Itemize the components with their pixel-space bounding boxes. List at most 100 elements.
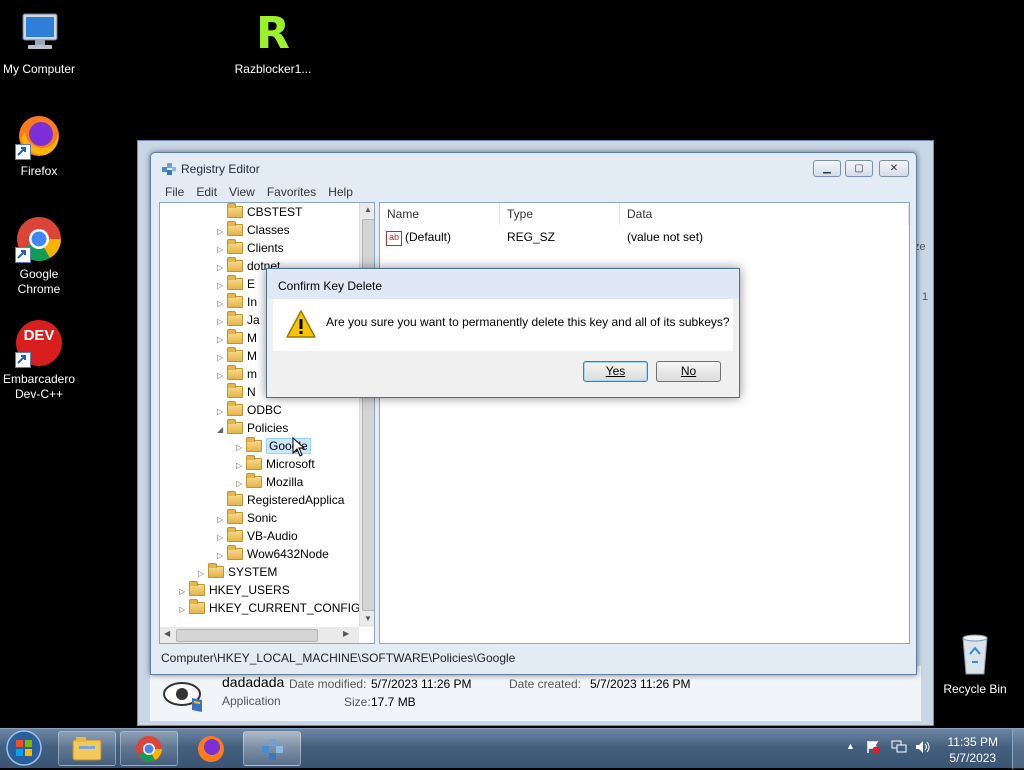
tree-vertical-scrollbar[interactable]: ▲ ▼ [359,203,374,627]
tree-item[interactable]: N [217,383,256,401]
volume-icon[interactable] [915,740,931,754]
folder-icon [246,455,262,470]
menu-view[interactable]: View [223,183,261,201]
show-hidden-icons-button[interactable]: ▲ [846,741,855,751]
taskbar-chrome-button[interactable] [120,731,178,766]
regedit-icon [161,161,177,177]
value-name: (Default) [405,230,452,244]
action-center-icon[interactable] [866,740,880,754]
warning-icon [285,309,317,342]
size-value: 17.7 MB [371,695,416,709]
menu-file[interactable]: File [159,183,190,201]
desktop-icon-recycle-bin[interactable]: Recycle Bin [936,630,1014,697]
menu-favorites[interactable]: Favorites [261,183,322,201]
title-bar[interactable]: Registry Editor ▁ ▢ ✕ [151,153,916,183]
maximize-button[interactable]: ▢ [845,160,873,177]
folder-icon [227,239,243,254]
date-created-label: Date created: [509,677,582,691]
system-clock[interactable]: 11:35 PM 5/7/2023 [948,734,998,766]
desktop-icon-label: Firefox [20,164,58,178]
folder-icon [227,545,243,560]
folder-icon [227,401,243,416]
file-name: dadadada [222,674,285,690]
dialog-title-bar[interactable]: Confirm Key Delete [267,269,739,299]
column-header-name[interactable]: Name [380,203,500,225]
taskbar-explorer-button[interactable] [58,731,116,766]
tree-item[interactable]: ▷ Classes [217,221,290,239]
value-row[interactable]: ab (Default) REG_SZ (value not set) [386,228,896,246]
shortcut-arrow-icon [15,144,31,160]
tree-item[interactable]: ▷ In [217,293,257,311]
close-button[interactable]: ✕ [879,160,909,177]
tree-item[interactable]: ▷ VB-Audio [217,527,298,545]
computer-icon [15,10,63,58]
folder-icon [189,599,205,614]
tree-item[interactable]: ▷ M [217,347,257,365]
menu-help[interactable]: Help [322,183,359,201]
clock-date: 5/7/2023 [949,751,997,765]
firefox-icon [198,736,224,762]
scroll-left-arrow-icon[interactable]: ◀ [164,629,170,638]
tree-item[interactable]: ▷ Sonic [217,509,277,527]
taskbar: ▲ 11:35 PM 5/7/2023 [0,728,1024,769]
desktop-icon-firefox[interactable]: Firefox [0,112,78,179]
date-modified-value: 5/7/2023 11:26 PM [371,677,472,691]
tree-item[interactable]: ▷ HKEY_CURRENT_CONFIG [179,599,360,617]
yes-button[interactable]: Yes [583,361,648,382]
folder-icon [227,311,243,326]
application-icon [162,678,206,714]
tree-horizontal-scrollbar[interactable]: ◀ ▶ [160,627,359,643]
folder-icon [227,203,243,218]
desktop-icon-chrome[interactable]: Google Chrome [0,215,78,297]
tree-item[interactable]: ▷ HKEY_USERS [179,581,290,599]
tree-item[interactable]: ▷ Wow6432Node [217,545,329,563]
shortcut-arrow-icon [15,352,31,368]
scroll-right-arrow-icon[interactable]: ▶ [343,629,349,638]
desktop-icon-devcpp[interactable]: DEV Embarcadero Dev-C++ [0,320,78,402]
scroll-up-arrow-icon[interactable]: ▲ [364,205,372,214]
scroll-down-arrow-icon[interactable]: ▼ [364,614,372,623]
menu-edit[interactable]: Edit [190,183,223,201]
confirm-key-delete-dialog[interactable]: Confirm Key Delete Are you sure you want… [266,268,740,398]
date-created-value: 5/7/2023 11:26 PM [590,677,691,691]
tree-item[interactable]: RegisteredApplica [217,491,344,509]
tree-item[interactable]: ▷ E [217,275,255,293]
tree-item[interactable]: ▷ SYSTEM [198,563,277,581]
tree-item[interactable]: ▷ ODBC [217,401,282,419]
folder-icon [227,527,243,542]
registry-editor-window[interactable]: Registry Editor ▁ ▢ ✕ File Edit View Favori… [150,152,917,675]
chrome-icon [136,736,162,762]
taskbar-firefox-button[interactable] [183,731,239,766]
folder-icon [227,257,243,272]
tree-item[interactable]: ▷ Clients [217,239,284,257]
folder-icon [227,509,243,524]
tree-item[interactable]: ▷ Mozilla [236,473,303,491]
desktop-icon-my-computer[interactable]: My Computer [0,10,78,77]
tree-item[interactable]: ▷ M [217,329,257,347]
tree-item[interactable]: ▷ m [217,365,257,383]
network-icon[interactable] [891,740,907,754]
folder-icon [227,329,243,344]
folder-icon [189,581,205,596]
razblocker-logo-icon: R [256,8,290,59]
window-title: Registry Editor [181,162,260,176]
desktop-icon-label: Embarcadero Dev-C++ [2,372,76,401]
show-desktop-button[interactable] [1012,729,1024,769]
folder-icon [227,221,243,236]
tree-item[interactable]: CBSTEST [217,203,302,221]
column-header-type[interactable]: Type [500,203,620,225]
scroll-thumb[interactable] [176,629,318,642]
folder-icon [227,293,243,308]
start-button[interactable] [4,729,48,769]
clock-time: 11:35 PM [947,735,998,749]
taskbar-regedit-button[interactable] [243,731,301,766]
regedit-icon [262,739,283,760]
firefox-icon [15,112,63,160]
column-header-data[interactable]: Data [620,203,909,225]
minimize-button[interactable]: ▁ [813,160,841,177]
tree-item[interactable]: ◢ Policies [217,419,288,437]
tree-item[interactable]: ▷ Ja [217,311,260,329]
desktop-icon-razblocker[interactable]: R Razblocker1... [234,10,312,77]
recycle-bin-icon [951,630,999,678]
no-button[interactable]: No [656,361,721,382]
